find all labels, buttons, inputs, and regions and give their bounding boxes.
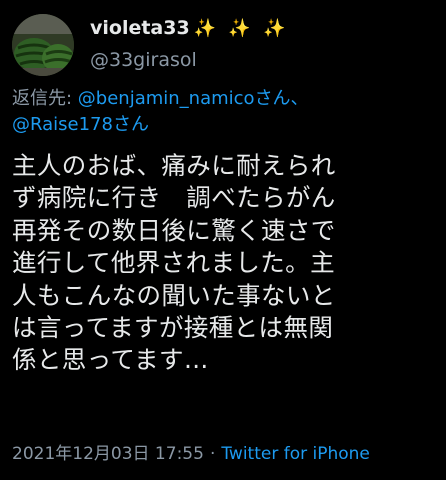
tweet-header: violeta33 ✨ ✨ ✨ @33girasol [12, 12, 432, 76]
tweet: violeta33 ✨ ✨ ✨ @33girasol 返信先: @benjamin… [0, 0, 446, 480]
mention-suffix-2: さん [112, 114, 149, 135]
mention-link-2[interactable]: @Raise178 [12, 114, 113, 135]
tweet-text-line: は言ってますが接種とは無関 [12, 313, 334, 343]
meta-separator: · [209, 444, 216, 464]
reply-context: 返信先: @benjamin_namicoさん、 @Raise178さん [12, 86, 432, 138]
mention-suffix-1: さん、 [254, 88, 309, 109]
tweet-text-line: 係と思ってます… [12, 345, 209, 375]
tweet-text: 主人のおば、痛みに耐えられ ず病院に行き 調べたらがん 再発その数日後に驚く速さ… [12, 150, 438, 377]
avatar[interactable] [12, 14, 74, 76]
reply-prefix: 返信先: [12, 88, 78, 109]
timestamp[interactable]: 2021年12月03日 17:55 [12, 444, 204, 464]
mention-link-1[interactable]: @benjamin_namico [78, 88, 255, 109]
author-names: violeta33 ✨ ✨ ✨ @33girasol [90, 16, 288, 73]
tweet-text-line: ず病院に行き 調べたらがん [12, 183, 336, 213]
tweet-text-line: 人もこんなの聞いた事ないと [12, 280, 336, 310]
display-name[interactable]: violeta33 ✨ ✨ ✨ [90, 16, 288, 41]
tweet-text-line: 進行して他界されました。主 [12, 248, 335, 278]
watermelon-avatar-icon [12, 14, 74, 76]
tweet-meta: 2021年12月03日 17:55 · Twitter for iPhone [12, 441, 370, 467]
tweet-text-line: 再発その数日後に驚く速さで [12, 215, 336, 245]
tweet-text-line: 主人のおば、痛みに耐えられ [12, 151, 336, 180]
sparkles-icon: ✨ ✨ ✨ [193, 18, 289, 39]
user-handle[interactable]: @33girasol [90, 47, 288, 73]
source-label[interactable]: Twitter for iPhone [221, 444, 370, 464]
